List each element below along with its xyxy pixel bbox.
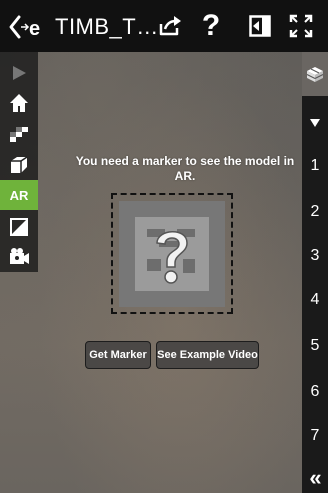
app-window: e TIMB_T… ? AR 1 2 3 4 5 6 7 « You need … xyxy=(0,0,328,493)
ar-marker-message: You need a marker to see the model in AR… xyxy=(75,154,295,183)
home-button[interactable] xyxy=(0,88,38,118)
play-icon xyxy=(13,66,26,80)
split-view-button[interactable] xyxy=(0,212,38,242)
cube-icon xyxy=(11,156,28,173)
exit-icon xyxy=(249,15,271,37)
fullscreen-icon xyxy=(289,14,313,38)
view-number-2[interactable]: 2 xyxy=(302,198,328,226)
see-example-video-button[interactable]: See Example Video xyxy=(156,341,259,369)
share-icon xyxy=(159,16,181,36)
help-button[interactable]: ? xyxy=(196,10,226,42)
section-cube-button[interactable] xyxy=(0,150,38,180)
ar-button[interactable]: AR xyxy=(0,180,38,210)
get-marker-button[interactable]: Get Marker xyxy=(85,341,151,369)
collapse-panel-button[interactable]: « xyxy=(302,462,328,493)
view-number-6[interactable]: 6 xyxy=(302,378,328,406)
svg-text:e: e xyxy=(29,18,40,40)
home-icon xyxy=(10,94,28,112)
exit-button[interactable] xyxy=(246,10,274,42)
view-number-3[interactable]: 3 xyxy=(302,242,328,270)
play-button[interactable] xyxy=(0,58,38,88)
view-number-7[interactable]: 7 xyxy=(302,422,328,450)
back-logo-icon: e xyxy=(9,15,40,40)
split-square-icon xyxy=(10,218,28,236)
back-button[interactable]: e xyxy=(8,10,48,44)
floors-button[interactable] xyxy=(0,118,38,148)
view-number-1[interactable]: 1 xyxy=(302,152,328,180)
view-number-5[interactable]: 5 xyxy=(302,332,328,360)
marker-outer-square xyxy=(119,201,225,307)
share-button[interactable] xyxy=(155,10,185,42)
left-toolbar: AR xyxy=(0,52,38,272)
camera-icon xyxy=(10,248,29,264)
stairs-icon xyxy=(10,127,28,142)
triangle-down-icon xyxy=(310,119,320,127)
model-title: TIMB_T… xyxy=(55,14,159,39)
question-mark-icon xyxy=(147,229,195,284)
materials-button[interactable] xyxy=(302,52,328,96)
right-panel: 1 2 3 4 5 6 7 « xyxy=(302,52,328,493)
camera-button[interactable] xyxy=(0,242,38,272)
views-dropdown[interactable] xyxy=(302,108,328,138)
view-number-4[interactable]: 4 xyxy=(302,286,328,314)
bricks-icon xyxy=(306,67,324,82)
marker-placeholder xyxy=(111,193,233,314)
fullscreen-button[interactable] xyxy=(286,10,316,42)
top-bar: e TIMB_T… ? xyxy=(0,0,328,52)
